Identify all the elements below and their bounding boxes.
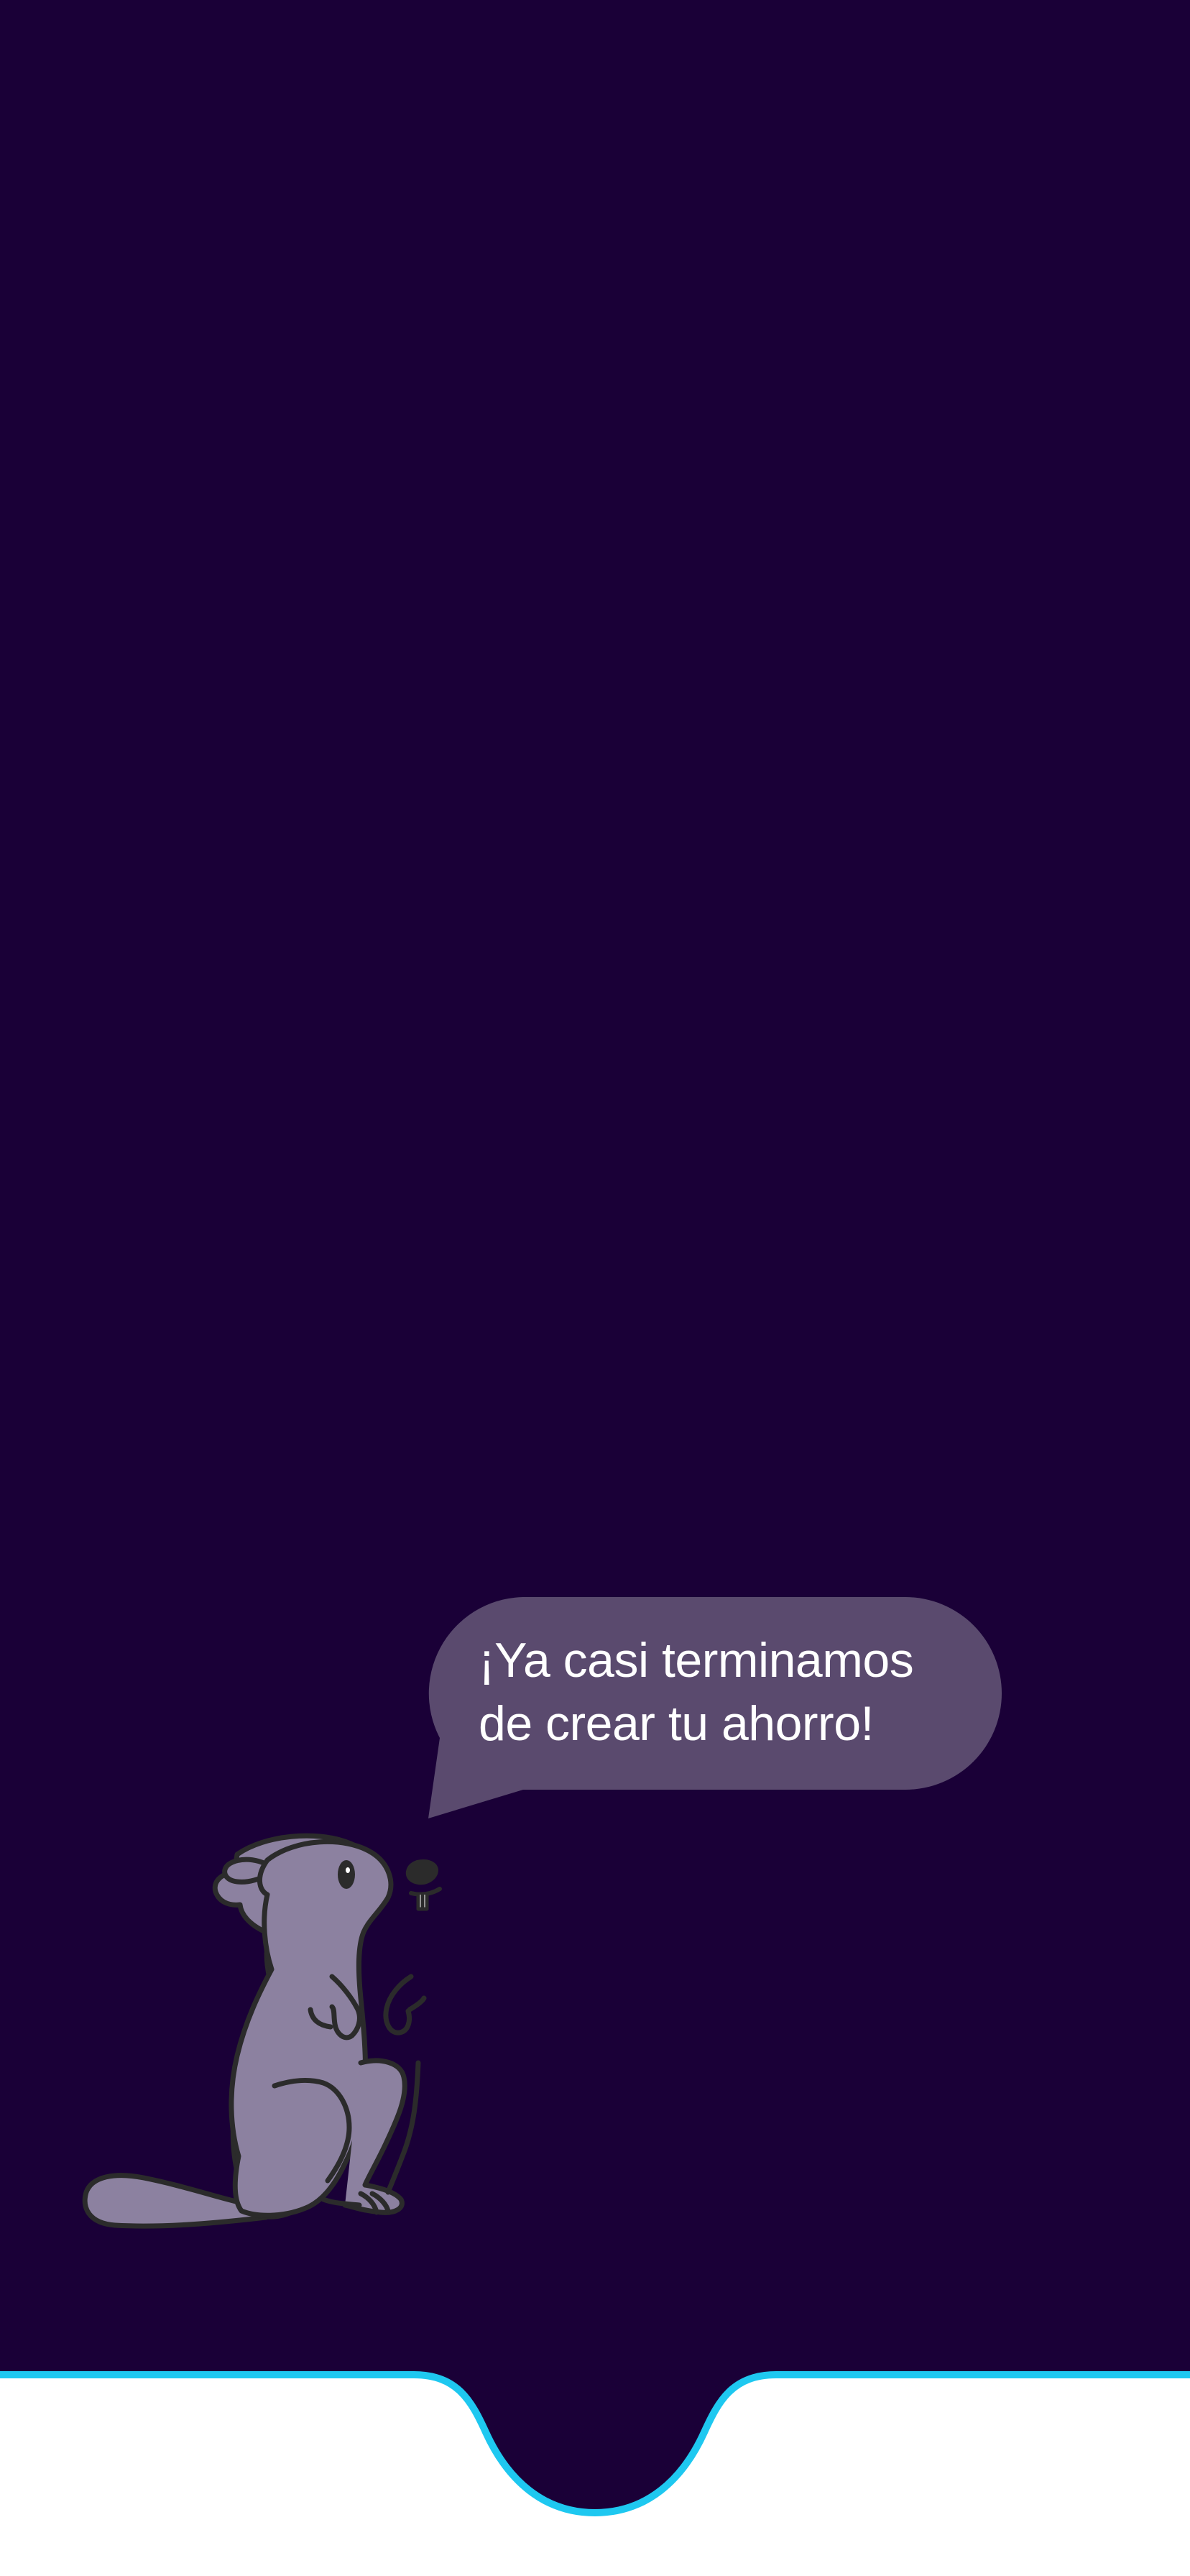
beaver-right-arm xyxy=(383,1974,427,2036)
beaver-teeth xyxy=(416,1895,429,1911)
beaver-mouth xyxy=(409,1887,442,1897)
beaver-eye-highlight xyxy=(346,1867,350,1873)
screen: ¡Ya casi terminamos de crear tu ahorro! xyxy=(0,0,1190,2576)
beaver-icon xyxy=(82,1833,442,2229)
beaver-eye xyxy=(338,1860,355,1889)
speech-bubble-text: ¡Ya casi terminamos de crear tu ahorro! xyxy=(479,1629,982,1755)
speech-bubble-line-1: ¡Ya casi terminamos xyxy=(479,1633,914,1688)
speech-bubble-line-2: de crear tu ahorro! xyxy=(479,1696,874,1751)
beaver-nose xyxy=(405,1859,438,1885)
